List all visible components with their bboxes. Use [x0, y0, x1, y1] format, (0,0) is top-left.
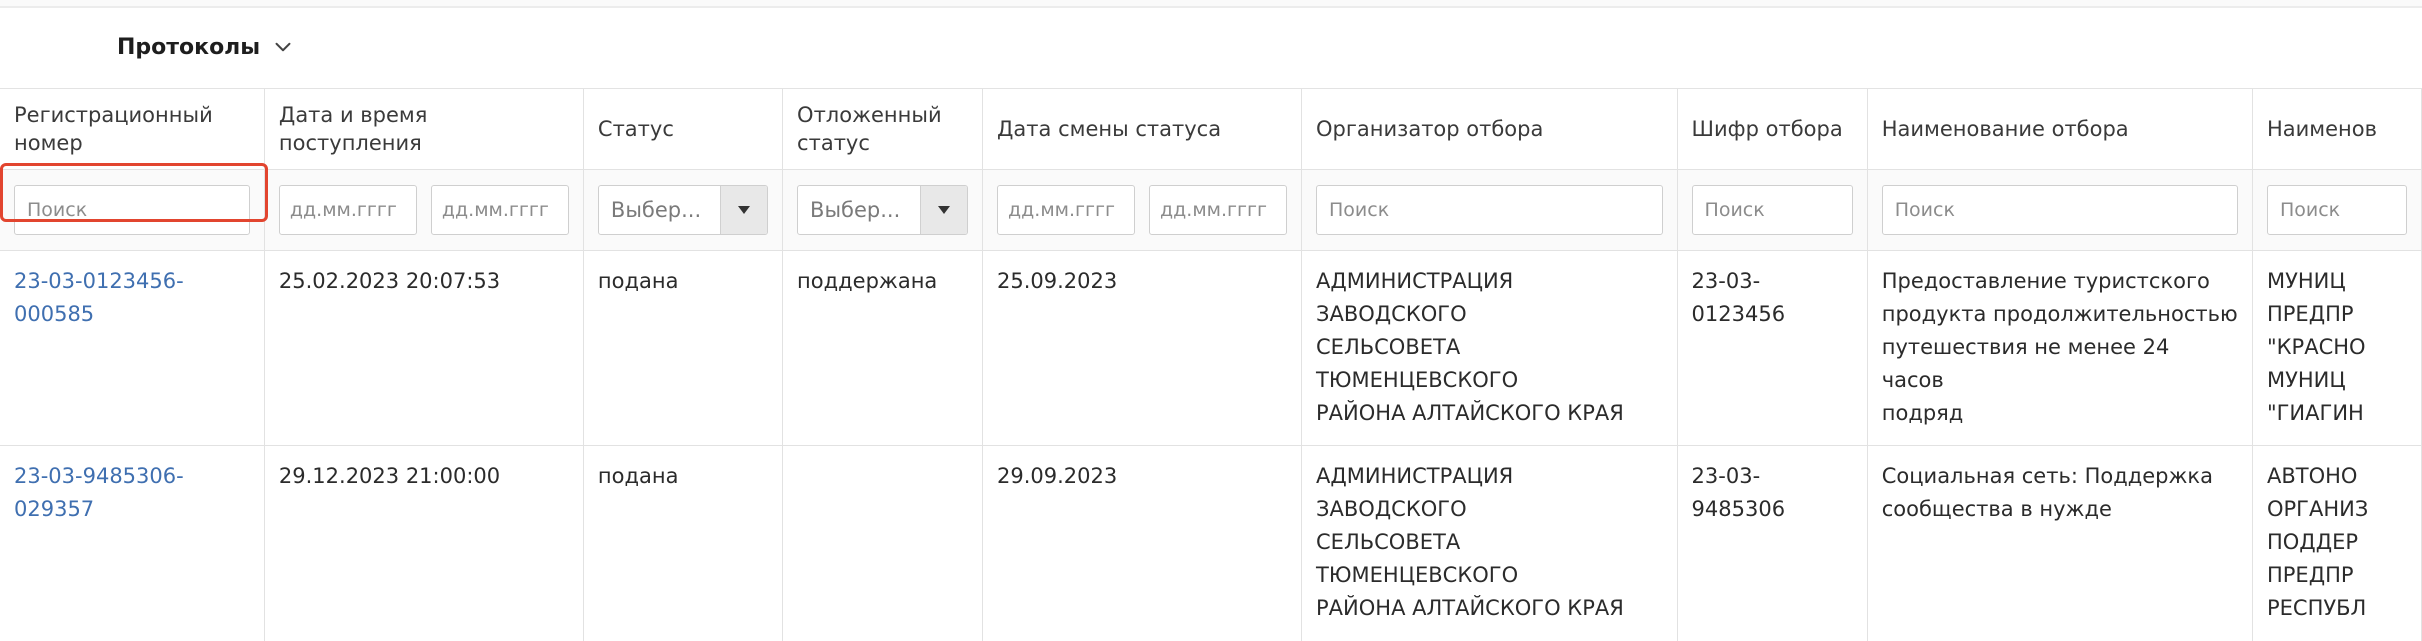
received-date-from-input[interactable] [279, 185, 417, 235]
table-row[interactable]: 23-03-0123456-000585 25.02.2023 20:07:53… [0, 251, 2422, 446]
next-column-line: "ГИАГИН [2267, 397, 2407, 430]
filter-row: Выбер... Выбер... [0, 170, 2422, 251]
title-line: сообщества в нужде [1882, 493, 2238, 526]
column-header-title[interactable]: Наименование отбора [1867, 89, 2252, 170]
received-cell: 29.12.2023 21:00:00 [264, 446, 583, 641]
caret-down-icon[interactable] [920, 186, 967, 234]
next-column-line: ПРЕДПР [2267, 298, 2407, 331]
column-header-organizer[interactable]: Организатор отбора [1302, 89, 1678, 170]
next-column-line: МУНИЦ [2267, 364, 2407, 397]
status-changed-cell: 25.09.2023 [983, 251, 1302, 446]
status-cell: подана [583, 251, 782, 446]
code-cell: 23-03-9485306 [1677, 446, 1867, 641]
column-header-reg-number[interactable]: Регистрационный номер [0, 89, 264, 170]
title-line: путешествия не менее 24 часов [1882, 331, 2238, 397]
toolbar: Протоколы [0, 8, 2422, 88]
title-cell: Предоставление туристского продукта прод… [1867, 251, 2252, 446]
view-selector-label: Протоколы [117, 35, 260, 60]
view-selector-dropdown[interactable]: Протоколы [117, 34, 296, 60]
title-line: Предоставление туристского [1882, 265, 2238, 298]
received-cell: 25.02.2023 20:07:53 [264, 251, 583, 446]
status-select-value: Выбер... [599, 186, 720, 234]
column-header-deferred-status[interactable]: Отложенный статус [783, 89, 983, 170]
table-row[interactable]: 23-03-9485306-029357 29.12.2023 21:00:00… [0, 446, 2422, 641]
next-column-line: АВТОНО [2267, 460, 2407, 493]
received-date-range [279, 185, 569, 235]
title-cell: Социальная сеть: Поддержка сообщества в … [1867, 446, 2252, 641]
next-column-line: ПОДДЕР [2267, 526, 2407, 559]
caret-down-icon[interactable] [720, 186, 767, 234]
title-line: Социальная сеть: Поддержка [1882, 460, 2238, 493]
next-column-search-input[interactable] [2267, 185, 2407, 235]
protocols-table: Регистрационный номер Дата и время посту… [0, 88, 2422, 641]
reg-number-link[interactable]: 23-03-9485306-029357 [14, 464, 184, 521]
top-border [0, 0, 2422, 8]
column-header-status-changed[interactable]: Дата смены статуса [983, 89, 1302, 170]
next-column-line: МУНИЦ [2267, 265, 2407, 298]
column-header-received[interactable]: Дата и время поступления [264, 89, 583, 170]
organizer-line: РАЙОНА АЛТАЙСКОГО КРАЯ [1316, 397, 1663, 430]
deferred-status-select[interactable]: Выбер... [797, 185, 968, 235]
chevron-down-icon [270, 34, 296, 60]
deferred-status-cell [783, 446, 983, 641]
organizer-line: СЕЛЬСОВЕТА ТЮМЕНЦЕВСКОГО [1316, 331, 1663, 397]
status-changed-date-to-input[interactable] [1149, 185, 1287, 235]
header-row: Регистрационный номер Дата и время посту… [0, 89, 2422, 170]
organizer-line: РАЙОНА АЛТАЙСКОГО КРАЯ [1316, 592, 1663, 625]
next-column-line: ПРЕДПР [2267, 559, 2407, 592]
status-changed-date-from-input[interactable] [997, 185, 1135, 235]
organizer-line: АДМИНИСТРАЦИЯ ЗАВОДСКОГО [1316, 265, 1663, 331]
organizer-cell: АДМИНИСТРАЦИЯ ЗАВОДСКОГО СЕЛЬСОВЕТА ТЮМЕ… [1302, 251, 1678, 446]
status-changed-cell: 29.09.2023 [983, 446, 1302, 641]
organizer-line: АДМИНИСТРАЦИЯ ЗАВОДСКОГО [1316, 460, 1663, 526]
received-date-to-input[interactable] [431, 185, 569, 235]
next-column-cell: АВТОНО ОРГАНИЗ ПОДДЕР ПРЕДПР РЕСПУБЛ [2252, 446, 2421, 641]
deferred-status-select-value: Выбер... [798, 186, 920, 234]
next-column-line: ОРГАНИЗ [2267, 493, 2407, 526]
code-cell: 23-03-0123456 [1677, 251, 1867, 446]
column-header-code[interactable]: Шифр отбора [1677, 89, 1867, 170]
title-search-input[interactable] [1882, 185, 2238, 235]
column-header-status[interactable]: Статус [583, 89, 782, 170]
code-search-input[interactable] [1692, 185, 1853, 235]
next-column-line: "КРАСНО [2267, 331, 2407, 364]
title-line: продукта продолжительностью [1882, 298, 2238, 331]
title-line: подряд [1882, 397, 2238, 430]
deferred-status-cell: поддержана [783, 251, 983, 446]
next-column-line: РЕСПУБЛ [2267, 592, 2407, 625]
reg-number-link[interactable]: 23-03-0123456-000585 [14, 269, 184, 326]
organizer-search-input[interactable] [1316, 185, 1663, 235]
reg-number-search-input[interactable] [14, 185, 250, 235]
column-header-next[interactable]: Наименов [2252, 89, 2421, 170]
next-column-cell: МУНИЦ ПРЕДПР "КРАСНО МУНИЦ "ГИАГИН [2252, 251, 2421, 446]
organizer-line: СЕЛЬСОВЕТА ТЮМЕНЦЕВСКОГО [1316, 526, 1663, 592]
status-select[interactable]: Выбер... [598, 185, 768, 235]
status-cell: подана [583, 446, 782, 641]
organizer-cell: АДМИНИСТРАЦИЯ ЗАВОДСКОГО СЕЛЬСОВЕТА ТЮМЕ… [1302, 446, 1678, 641]
status-changed-date-range [997, 185, 1287, 235]
